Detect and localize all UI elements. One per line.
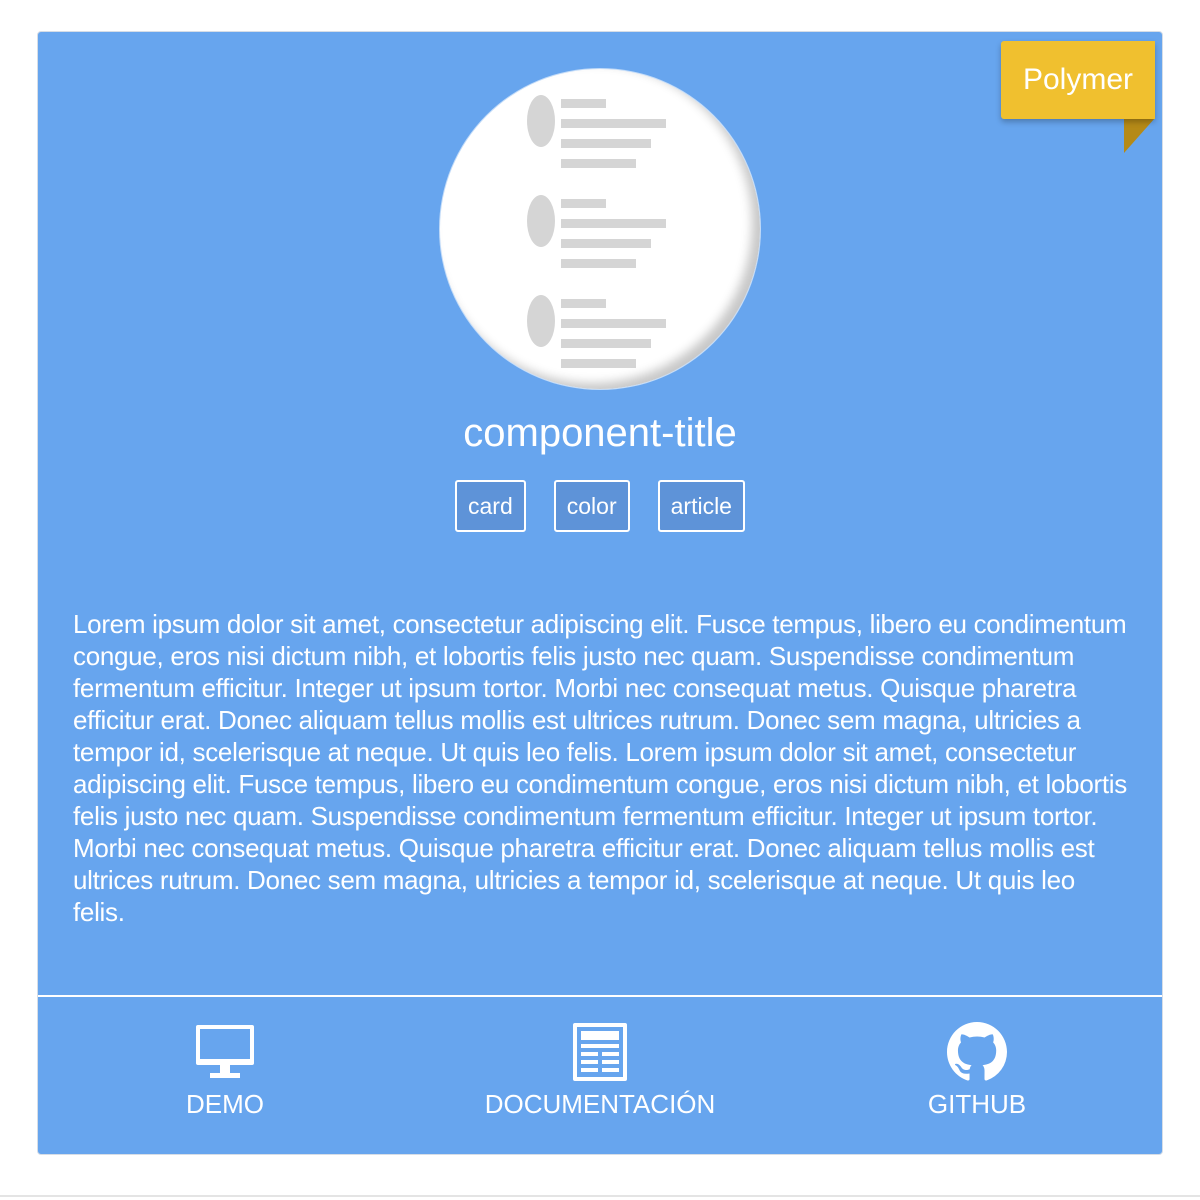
tag-list: card color article <box>38 480 1162 532</box>
github-label: GITHUB <box>927 1089 1027 1119</box>
newspaper-icon <box>573 1023 627 1081</box>
footer-divider <box>38 995 1162 997</box>
tag-article[interactable]: article <box>657 480 745 532</box>
component-description: Lorem ipsum dolor sit amet, consectetur … <box>73 609 1127 927</box>
component-title: component-title <box>463 411 737 455</box>
page-bottom-divider <box>0 1195 1200 1197</box>
tag-color[interactable]: color <box>553 480 630 532</box>
demo-label: DEMO <box>186 1089 264 1119</box>
github-link[interactable]: GITHUB <box>907 1022 1047 1120</box>
polymer-ribbon: Polymer <box>1001 41 1155 119</box>
component-card: component-title card color article Lorem… <box>37 31 1163 1155</box>
documentation-link[interactable]: DOCUMENTACIÓN <box>470 1022 730 1120</box>
preview-inner-shadow <box>440 69 760 389</box>
monitor-icon <box>196 1025 254 1078</box>
page: component-title card color article Lorem… <box>0 0 1200 1200</box>
demo-link[interactable]: DEMO <box>165 1022 285 1120</box>
documentation-label: DOCUMENTACIÓN <box>484 1089 716 1119</box>
component-preview-image <box>440 69 760 389</box>
ribbon-fold <box>1124 118 1155 153</box>
tag-card[interactable]: card <box>455 480 526 532</box>
github-icon <box>947 1022 1007 1081</box>
